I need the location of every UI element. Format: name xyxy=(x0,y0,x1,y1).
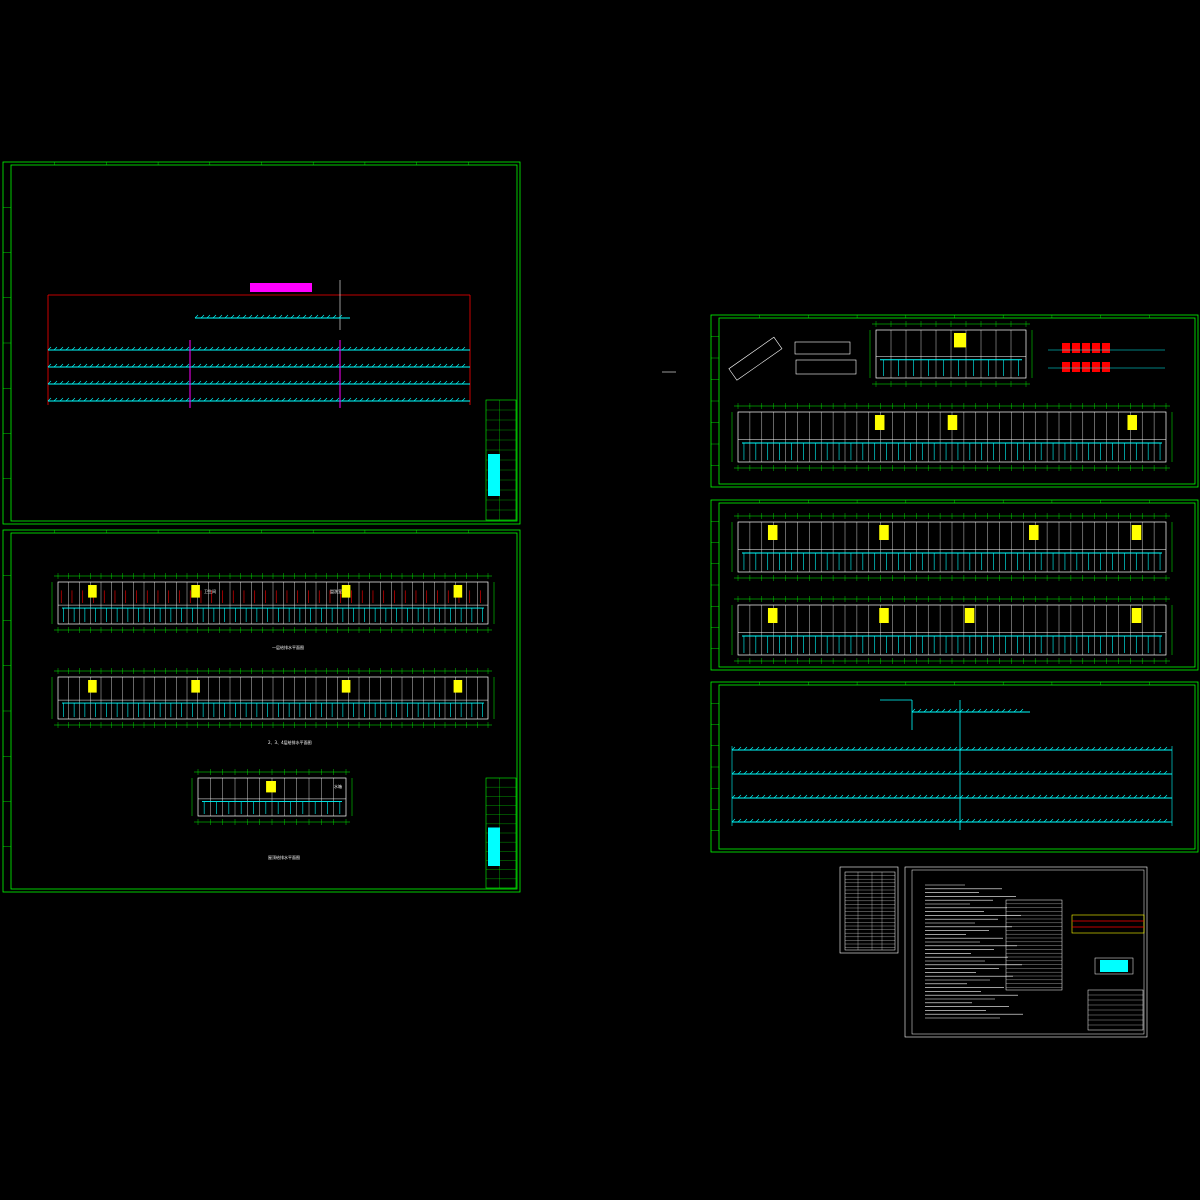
wet-room-highlight xyxy=(266,781,276,793)
wet-room-highlight xyxy=(874,415,885,430)
red-unit xyxy=(1092,343,1100,353)
red-unit xyxy=(1092,362,1100,372)
wet-room-highlight xyxy=(964,608,975,623)
red-unit xyxy=(1102,362,1110,372)
wet-room-highlight xyxy=(879,525,889,540)
wet-room-highlight xyxy=(1127,415,1137,430)
wet-room-highlight xyxy=(453,680,463,693)
cad-drawing-canvas xyxy=(0,0,1200,1200)
wet-room-highlight xyxy=(341,585,351,598)
red-unit xyxy=(1072,343,1080,353)
wet-room-highlight xyxy=(767,525,778,540)
red-unit xyxy=(1072,362,1080,372)
plan-label-ground-floor: 一层给排水平面图 xyxy=(272,645,304,650)
wet-room-highlight xyxy=(947,415,958,430)
red-unit xyxy=(1082,362,1090,372)
wet-room-highlight xyxy=(879,608,889,623)
wet-room-highlight xyxy=(1029,525,1039,540)
wet-room-highlight xyxy=(341,680,351,693)
red-unit xyxy=(1062,362,1070,372)
room-tag-2: 盥洗室 xyxy=(330,589,342,594)
wet-room-highlight xyxy=(767,608,778,623)
plan-label-upper-floors: 2、3、4层给排水平面图 xyxy=(268,740,312,745)
wet-room-highlight xyxy=(191,680,200,693)
header-tank-magenta xyxy=(250,283,312,292)
legend-fill xyxy=(1100,960,1128,972)
room-tag-3: 水箱 xyxy=(334,784,342,789)
wet-room-highlight xyxy=(453,585,463,598)
red-unit xyxy=(1062,343,1070,353)
red-unit xyxy=(1082,343,1090,353)
plan-label-roof: 屋顶给排水平面图 xyxy=(268,855,300,860)
wet-room-highlight xyxy=(88,680,97,693)
title-block-fill xyxy=(488,827,500,866)
wet-room-highlight xyxy=(191,585,200,598)
wet-room-highlight xyxy=(954,333,966,348)
title-block-fill xyxy=(488,454,500,496)
red-unit xyxy=(1102,343,1110,353)
wet-room-highlight xyxy=(1131,525,1142,540)
room-tag-1: 卫生间 xyxy=(204,589,216,594)
wet-room-highlight xyxy=(1131,608,1142,623)
wet-room-highlight xyxy=(88,585,97,598)
